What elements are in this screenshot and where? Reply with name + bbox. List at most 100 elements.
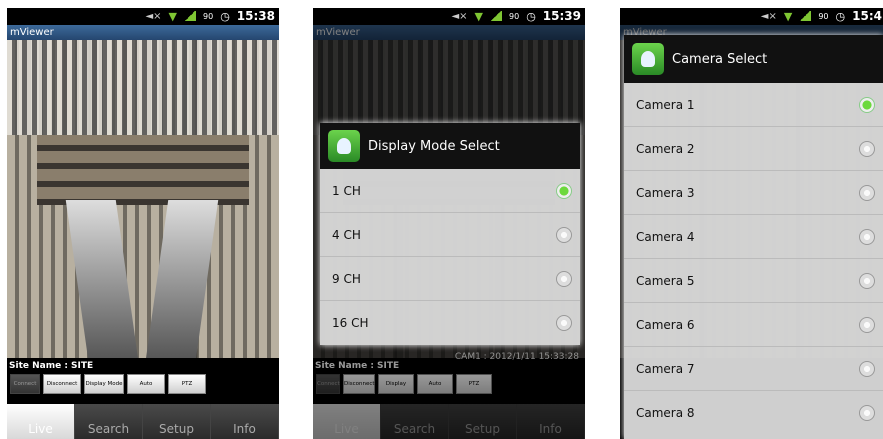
camera-select-dialog: Camera Select Camera 1 Camera 2 Camera 3… [624, 35, 883, 439]
dialog-title-bar: Camera Select [624, 35, 883, 83]
ptz-button[interactable]: PTZ [456, 374, 492, 394]
status-bar: ◄× ▼ 90 ◷ 15:38 [7, 8, 279, 25]
connect-button[interactable]: Connect [10, 374, 40, 394]
tab-live[interactable]: Live [7, 404, 75, 439]
radio-icon[interactable] [556, 226, 572, 243]
clock: 15:4 [852, 9, 882, 23]
tab-info[interactable]: Info [517, 404, 585, 439]
option-camera-1[interactable]: Camera 1 [624, 83, 883, 127]
app-title: mViewer [313, 25, 585, 40]
display-mode-button[interactable]: Display Mode [84, 374, 124, 394]
display-mode-dialog: Display Mode Select 1 CH 4 CH 9 CH 16 CH [320, 123, 580, 345]
site-bar: CAM1 : 2012/1/11 15:33:28 Site Name : SI… [313, 352, 585, 405]
status-bar: ◄× ▼ 90 ◷ 15:39 [313, 8, 585, 25]
option-1ch[interactable]: 1 CH [320, 169, 580, 213]
battery-icon: 90 [509, 11, 520, 21]
tab-bar: Live Search Setup Info [313, 404, 585, 439]
site-bar: Site Name : SITE Connect Disconnect Disp… [7, 358, 279, 404]
option-label: Camera 1 [636, 97, 695, 112]
battery-icon: 90 [203, 11, 214, 21]
radio-icon[interactable] [859, 360, 875, 377]
tab-info[interactable]: Info [211, 404, 279, 439]
phone-live-view: ◄× ▼ 90 ◷ 15:38 mViewer Site Name : SITE… [7, 8, 279, 439]
wifi-icon: ▼ [783, 9, 793, 23]
option-label: 1 CH [332, 183, 361, 198]
option-label: Camera 3 [636, 185, 695, 200]
radio-icon[interactable] [859, 140, 875, 157]
option-label: Camera 2 [636, 141, 695, 156]
site-name: Site Name : SITE [9, 361, 94, 371]
option-camera-6[interactable]: Camera 6 [624, 303, 883, 347]
phone-display-mode: ◄× ▼ 90 ◷ 15:39 mViewer CAM1 : 2012/1/11… [313, 8, 585, 439]
option-label: 9 CH [332, 271, 361, 286]
option-camera-2[interactable]: Camera 2 [624, 127, 883, 171]
radio-icon[interactable] [859, 272, 875, 289]
wifi-icon: ▼ [168, 9, 177, 23]
shops-image [37, 135, 249, 205]
option-label: Camera 7 [636, 361, 695, 376]
phone-camera-select: ◄× ▼ 90 ◷ 15:4 mViewer Camera Select Cam… [620, 8, 883, 439]
app-camera-icon [328, 130, 360, 162]
option-camera-8[interactable]: Camera 8 [624, 391, 883, 435]
dialog-title-bar: Display Mode Select [320, 123, 580, 169]
clock: 15:38 [236, 9, 275, 23]
option-label: Camera 5 [636, 273, 695, 288]
option-camera-7[interactable]: Camera 7 [624, 347, 883, 391]
option-camera-5[interactable]: Camera 5 [624, 259, 883, 303]
mute-icon: ◄× [145, 10, 162, 22]
tab-live[interactable]: Live [313, 404, 381, 439]
option-label: Camera 6 [636, 317, 695, 332]
status-bar: ◄× ▼ 90 ◷ 15:4 [620, 8, 883, 25]
camera-video-feed[interactable] [7, 40, 279, 358]
app-title: mViewer [7, 25, 279, 40]
radio-icon[interactable] [859, 405, 875, 421]
camera-timestamp: CAM1 : 2012/1/11 15:33:28 [454, 352, 579, 362]
app-camera-icon [632, 43, 664, 75]
tab-search[interactable]: Search [75, 404, 143, 439]
radio-selected-icon[interactable] [859, 96, 875, 113]
escalator-left-image [65, 200, 139, 358]
clock: 15:39 [542, 9, 581, 23]
signal-icon [184, 11, 196, 21]
auto-button[interactable]: Auto [127, 374, 165, 394]
alarm-icon: ◷ [220, 9, 230, 23]
alarm-icon: ◷ [526, 9, 536, 23]
tab-setup[interactable]: Setup [449, 404, 517, 439]
radio-icon[interactable] [859, 228, 875, 245]
option-camera-3[interactable]: Camera 3 [624, 171, 883, 215]
radio-icon[interactable] [859, 184, 875, 201]
wifi-icon: ▼ [474, 9, 483, 23]
site-name: Site Name : SITE [315, 361, 400, 371]
radio-icon[interactable] [556, 270, 572, 287]
tab-bar: Live Search Setup Info [7, 404, 279, 439]
mute-icon: ◄× [451, 10, 468, 22]
option-16ch[interactable]: 16 CH [320, 301, 580, 345]
dialog-title: Camera Select [672, 51, 768, 67]
option-4ch[interactable]: 4 CH [320, 213, 580, 257]
signal-icon [799, 11, 812, 21]
option-camera-4[interactable]: Camera 4 [624, 215, 883, 259]
ceiling-image [7, 40, 279, 135]
tab-setup[interactable]: Setup [143, 404, 211, 439]
disconnect-button[interactable]: Disconnect [43, 374, 81, 394]
tab-search[interactable]: Search [381, 404, 449, 439]
radio-selected-icon[interactable] [556, 182, 572, 199]
escalator-right-image [145, 200, 219, 358]
radio-icon[interactable] [556, 315, 572, 331]
radio-icon[interactable] [859, 316, 875, 333]
option-9ch[interactable]: 9 CH [320, 257, 580, 301]
option-label: 4 CH [332, 227, 361, 242]
option-label: 16 CH [332, 316, 369, 330]
ptz-button[interactable]: PTZ [168, 374, 206, 394]
display-mode-button[interactable]: Display Mode [378, 374, 414, 405]
dialog-title: Display Mode Select [368, 138, 500, 154]
mute-icon: ◄× [760, 10, 777, 22]
disconnect-button[interactable]: Disconnect [343, 374, 375, 394]
option-label: Camera 4 [636, 229, 695, 244]
alarm-icon: ◷ [835, 9, 846, 23]
control-row: Connect Disconnect Display Mode Auto PTZ [10, 374, 206, 394]
auto-button[interactable]: Auto [417, 374, 453, 394]
signal-icon [490, 11, 502, 21]
connect-button[interactable]: Connect [316, 374, 340, 394]
control-row: Connect Disconnect Display Mode Auto PTZ [316, 374, 492, 405]
